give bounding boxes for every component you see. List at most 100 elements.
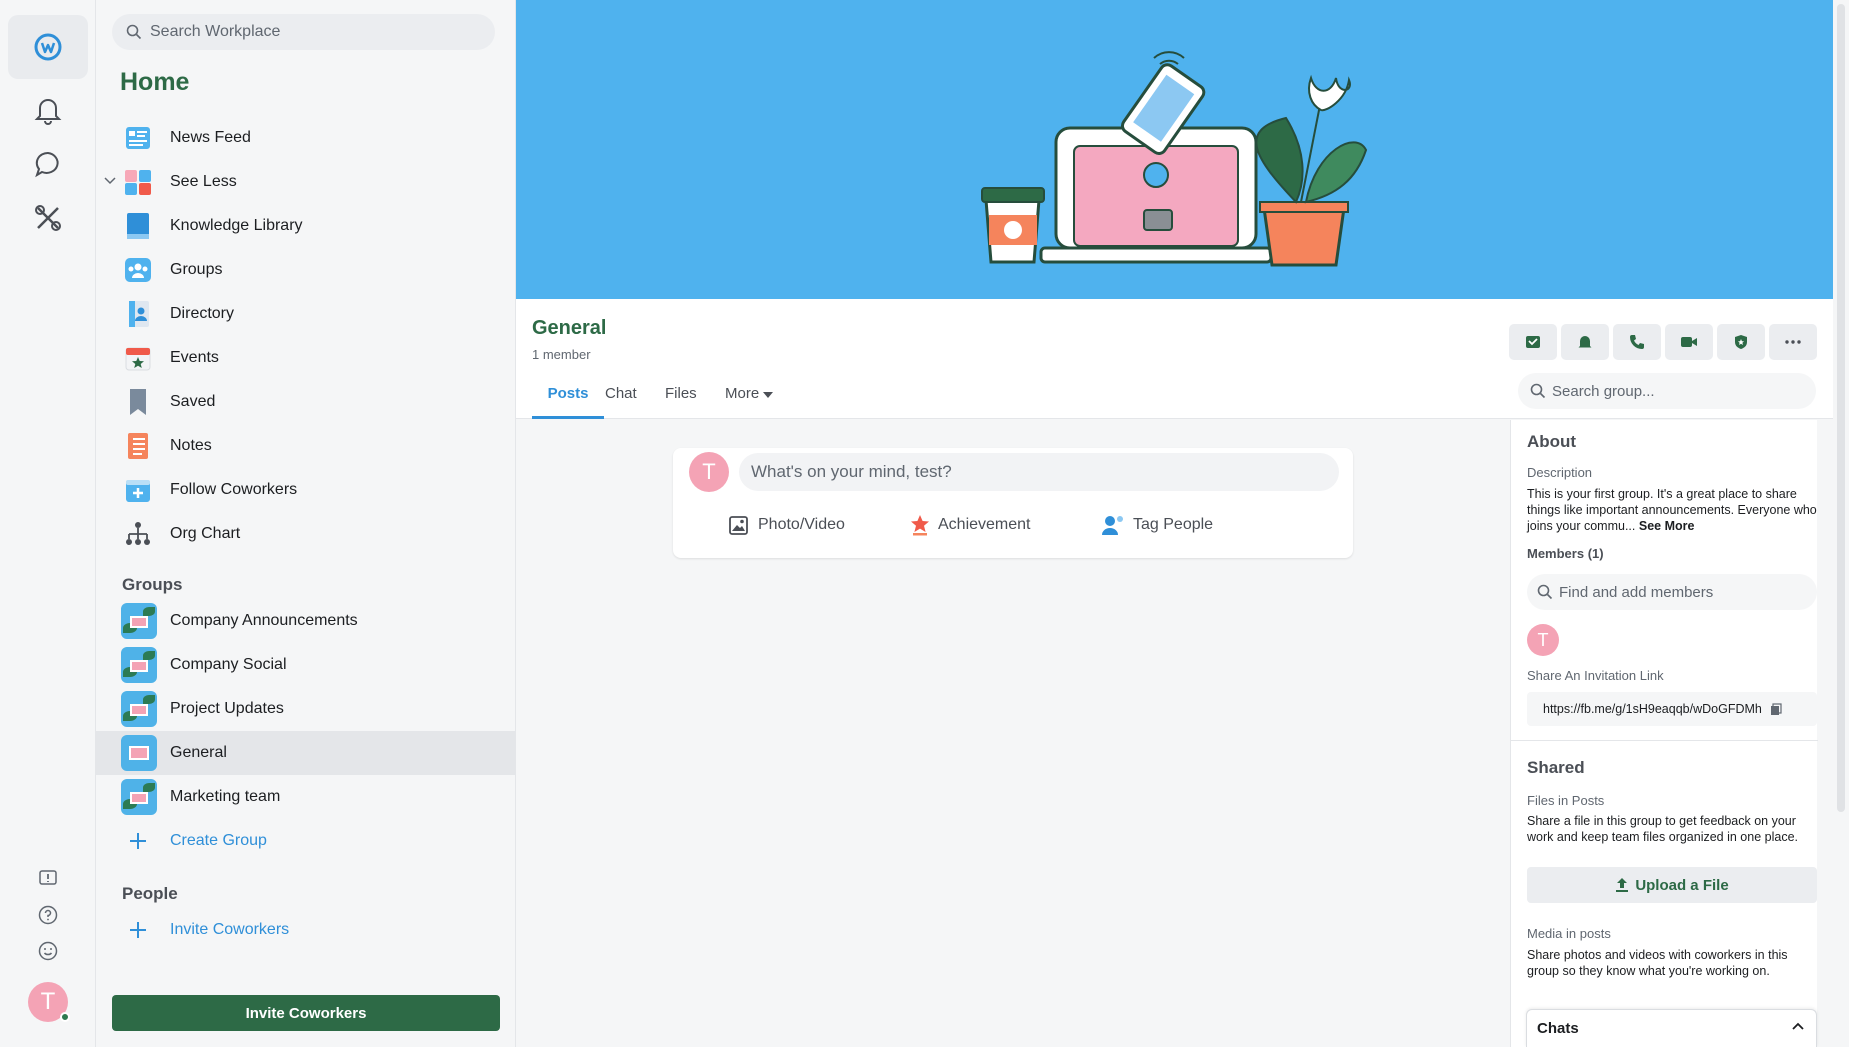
book-icon xyxy=(124,212,152,240)
scrollbar-thumb[interactable] xyxy=(1837,4,1845,812)
upload-file-button[interactable]: Upload a File xyxy=(1527,867,1817,903)
page-scrollbar[interactable] xyxy=(1833,0,1849,1047)
sidebar-item-notes[interactable]: Notes xyxy=(96,424,516,468)
achievement-button[interactable]: Achievement xyxy=(910,514,1031,536)
news-feed-icon xyxy=(124,124,152,152)
sidebar-item-label: Notes xyxy=(170,437,212,454)
invitation-link-label: Share An Invitation Link xyxy=(1527,668,1664,683)
group-cover-illustration xyxy=(516,0,1833,299)
sidebar-item-directory[interactable]: Directory xyxy=(96,292,516,336)
invite-coworkers-link[interactable]: Invite Coworkers xyxy=(96,908,516,952)
member-avatar[interactable]: T xyxy=(1527,624,1559,656)
call-button[interactable] xyxy=(1613,324,1661,360)
composer-avatar-initial: T xyxy=(702,459,716,484)
search-placeholder: Search Workplace xyxy=(150,23,281,40)
upload-icon xyxy=(1616,878,1629,892)
workplace-logo-icon[interactable] xyxy=(8,15,88,79)
group-thumbnail xyxy=(121,779,157,815)
copy-icon xyxy=(1770,702,1782,715)
invitation-url: https://fb.me/g/1sH9eaqqb/wDoGFDMh xyxy=(1543,702,1762,716)
more-options-button[interactable] xyxy=(1769,324,1817,360)
bell-icon xyxy=(1578,336,1592,348)
see-more-link[interactable]: See More xyxy=(1639,519,1695,533)
group-thumbnail xyxy=(121,691,157,727)
find-members-placeholder: Find and add members xyxy=(1559,583,1714,601)
achievement-label: Achievement xyxy=(938,516,1031,533)
sidebar-group-general[interactable]: General xyxy=(96,731,516,775)
media-in-posts-label: Media in posts xyxy=(1527,926,1611,941)
group-member-count: 1 member xyxy=(532,347,591,362)
sidebar-item-knowledge-library[interactable]: Knowledge Library xyxy=(96,204,516,248)
groups-icon xyxy=(124,256,152,284)
notifications-button[interactable] xyxy=(1561,324,1609,360)
invite-coworkers-button[interactable]: Invite Coworkers xyxy=(112,995,500,1031)
groups-heading: Groups xyxy=(122,575,183,594)
sidebar-item-label: Org Chart xyxy=(170,525,241,542)
help-icon[interactable] xyxy=(28,900,68,930)
sidebar-item-label: Marketing team xyxy=(170,788,281,805)
shield-icon xyxy=(1735,335,1747,349)
sidebar-item-label: Follow Coworkers xyxy=(170,481,298,498)
create-group-label: Create Group xyxy=(170,832,267,849)
notes-icon xyxy=(124,432,152,460)
admin-tools-button[interactable] xyxy=(1717,324,1765,360)
smiley-icon[interactable] xyxy=(28,936,68,966)
sidebar-item-saved[interactable]: Saved xyxy=(96,380,516,424)
sidebar-item-label: Knowledge Library xyxy=(170,217,303,234)
tab-chat[interactable]: Chat xyxy=(605,385,637,419)
tab-files[interactable]: Files xyxy=(665,385,697,419)
media-description: Share photos and videos with coworkers i… xyxy=(1527,948,1788,978)
group-search-input[interactable]: Search group... xyxy=(1518,373,1816,409)
chats-label: Chats xyxy=(1537,1020,1579,1037)
sidebar: Search Workplace Home News Feed See Less… xyxy=(96,0,516,1047)
online-status-dot xyxy=(60,1012,70,1022)
tab-posts[interactable]: Posts xyxy=(532,385,604,419)
tools-icon[interactable] xyxy=(8,186,88,250)
search-input[interactable]: Search Workplace xyxy=(112,14,495,50)
sidebar-item-org-chart[interactable]: Org Chart xyxy=(96,512,516,556)
feedback-icon[interactable] xyxy=(28,864,68,894)
plus-icon xyxy=(124,827,152,855)
about-heading: About xyxy=(1527,432,1577,451)
post-input[interactable]: What's on your mind, test? xyxy=(739,453,1339,491)
description-label: Description xyxy=(1527,465,1593,480)
chevron-up-icon xyxy=(1792,1022,1804,1030)
sidebar-item-follow-coworkers[interactable]: Follow Coworkers xyxy=(96,468,516,512)
group-thumbnail xyxy=(121,647,157,683)
home-title: Home xyxy=(120,68,190,96)
directory-icon xyxy=(124,300,152,328)
files-description: Share a file in this group to get feedba… xyxy=(1527,814,1798,844)
sidebar-group-project-updates[interactable]: Project Updates xyxy=(96,687,516,731)
sidebar-item-groups[interactable]: Groups xyxy=(96,248,516,292)
calendar-star-icon xyxy=(124,344,152,372)
sidebar-item-label: See Less xyxy=(170,173,237,190)
sidebar-group-company-social[interactable]: Company Social xyxy=(96,643,516,687)
group-title: General xyxy=(532,317,607,339)
sidebar-item-label: Directory xyxy=(170,305,235,322)
shared-heading: Shared xyxy=(1527,758,1585,777)
create-group-link[interactable]: Create Group xyxy=(96,819,516,863)
tab-more[interactable]: More xyxy=(725,385,774,419)
sidebar-group-company-announcements[interactable]: Company Announcements xyxy=(96,599,516,643)
find-members-input[interactable]: Find and add members xyxy=(1527,574,1817,610)
sidebar-item-label: Company Social xyxy=(170,656,287,673)
files-in-posts-label: Files in Posts xyxy=(1527,793,1605,808)
chats-bar[interactable]: Chats xyxy=(1526,1009,1817,1047)
sidebar-item-events[interactable]: Events xyxy=(96,336,516,380)
sidebar-item-label: Events xyxy=(170,349,219,366)
invitation-link-field[interactable]: https://fb.me/g/1sH9eaqqb/wDoGFDMh xyxy=(1527,692,1817,726)
photo-video-button[interactable]: Photo/Video xyxy=(728,514,845,536)
profile-avatar[interactable]: T xyxy=(28,982,70,1022)
sidebar-item-news-feed[interactable]: News Feed xyxy=(96,116,516,160)
inbox-button[interactable] xyxy=(1509,324,1557,360)
profile-avatar-initial: T xyxy=(40,988,56,1015)
video-call-button[interactable] xyxy=(1665,324,1713,360)
sidebar-group-marketing-team[interactable]: Marketing team xyxy=(96,775,516,819)
group-thumbnail xyxy=(121,735,157,771)
tag-people-button[interactable]: Tag People xyxy=(1101,514,1213,536)
photo-icon xyxy=(729,516,748,535)
tag-people-label: Tag People xyxy=(1133,516,1214,533)
sidebar-item-see-less[interactable]: See Less xyxy=(96,160,516,204)
post-composer: T What's on your mind, test? Photo/Video… xyxy=(673,448,1353,558)
tab-more-label: More xyxy=(725,385,760,402)
